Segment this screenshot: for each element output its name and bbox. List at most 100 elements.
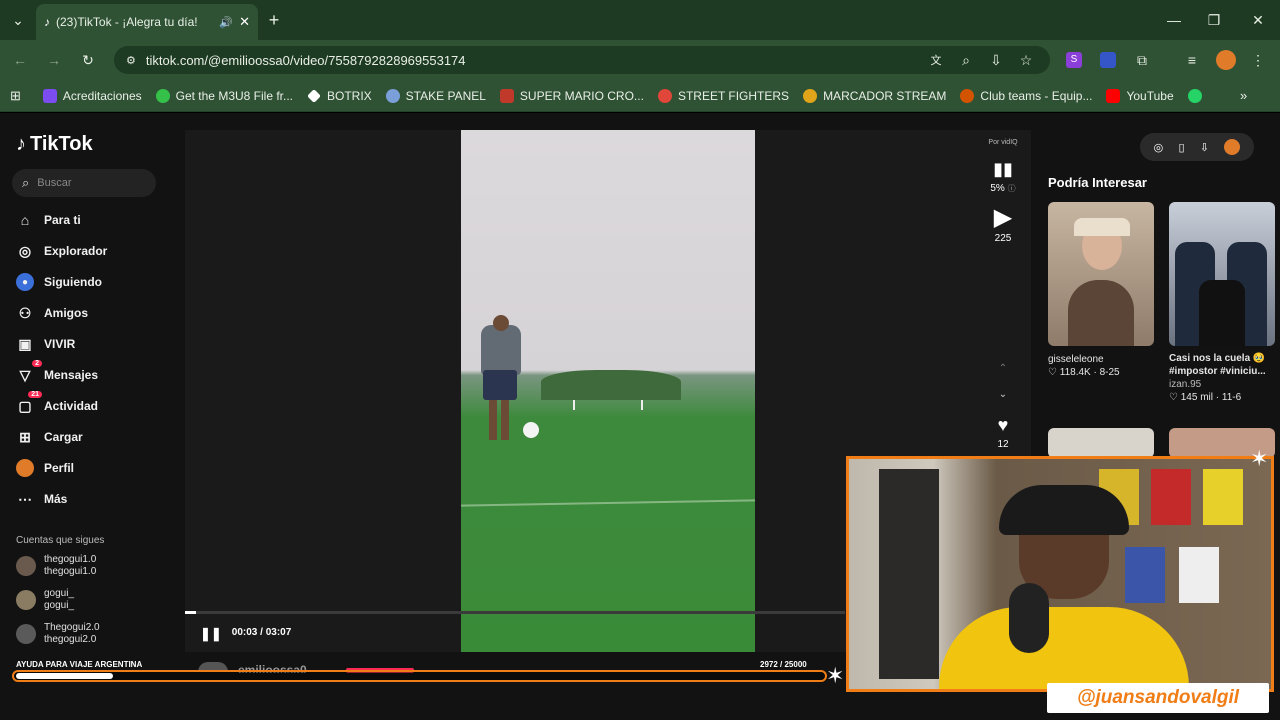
avatar [16, 556, 36, 576]
following-account[interactable]: thegogui1.0 thegogui1.0 [16, 554, 96, 578]
bookmark-acreditaciones[interactable]: Acreditaciones [42, 88, 142, 103]
search-placeholder: Buscar [37, 177, 72, 189]
info-icon[interactable]: ⓘ [1008, 184, 1016, 193]
bookmark-icon [657, 88, 672, 103]
bookmark-stake-panel[interactable]: STAKE PANEL [385, 88, 486, 103]
audio-playing-icon[interactable]: 🔊 [219, 16, 233, 29]
browser-menu-icon[interactable]: ⋮ [1250, 50, 1266, 70]
download-icon[interactable]: ⇩ [1200, 141, 1209, 154]
url-field[interactable]: ⚙ tiktok.com/@emilioossa0/video/75587928… [114, 46, 1050, 74]
recommend-card[interactable] [1048, 428, 1154, 458]
browser-tab-bar: ⌄ ♪ (23)TikTok - ¡Alegra tu día! 🔊 ✕ + —… [0, 0, 1280, 40]
nav-label: Actividad [44, 399, 99, 413]
translate-icon[interactable]: 文 [926, 52, 946, 68]
card-author[interactable]: gisseleleone [1048, 353, 1120, 366]
profile-avatar[interactable] [1216, 50, 1236, 70]
player-head [493, 315, 509, 331]
recommend-card[interactable] [1169, 202, 1275, 346]
zoom-icon[interactable]: ⌕ [956, 52, 976, 68]
extensions-puzzle-icon[interactable]: ⧉ [1132, 52, 1152, 68]
nav-actividad[interactable]: ▢ 21 Actividad [16, 391, 99, 415]
card-caption-text[interactable]: Casi nos la cuela 🥹 #impostor #viniciu..… [1169, 352, 1277, 378]
bookmark-star-icon[interactable]: ☆ [1016, 52, 1036, 68]
nav-label: Cargar [44, 430, 83, 444]
new-tab-icon[interactable]: + [264, 10, 284, 30]
card-author[interactable]: izan.95 [1169, 378, 1277, 391]
youtube-icon [1106, 88, 1121, 103]
sparkle-icon: ✶ [826, 663, 845, 688]
pause-icon[interactable]: ❚❚ [200, 626, 222, 642]
nav-mas[interactable]: ⋯ Más [16, 490, 67, 508]
nav-vivir[interactable]: ▣ VIVIR [16, 335, 75, 353]
nav-cargar[interactable]: ⊞ Cargar [16, 428, 83, 446]
recommend-card[interactable] [1048, 202, 1154, 346]
browser-tab[interactable]: ♪ (23)TikTok - ¡Alegra tu día! 🔊 ✕ [36, 4, 258, 40]
nav-amigos[interactable]: ⚇ Amigos [16, 304, 88, 322]
nav-explorador[interactable]: ◎ Explorador [16, 242, 107, 260]
restore-icon[interactable]: ❐ [1204, 10, 1224, 30]
apps-grid-icon[interactable]: ⊞ [10, 88, 21, 104]
address-bar-row: ← → ↻ ⚙ tiktok.com/@emilioossa0/video/75… [0, 40, 1280, 80]
jersey-frame [1179, 547, 1219, 603]
stats-bars-icon[interactable]: ▮▮ [985, 159, 1021, 180]
bookmark-youtube[interactable]: YouTube [1106, 88, 1174, 103]
avatar[interactable] [1224, 139, 1241, 155]
close-tab-icon[interactable]: ✕ [239, 14, 250, 30]
extension-blue-icon[interactable] [1100, 52, 1116, 68]
card-caption: gisseleleone ♡ 118.4K · 8-25 [1048, 353, 1120, 379]
site-settings-icon[interactable]: ⚙ [126, 54, 136, 67]
bookmark-m3u8[interactable]: Get the M3U8 File fr... [155, 88, 293, 103]
following-account[interactable]: gogui_ gogui_ [16, 588, 74, 612]
account-name: Thegogui2.0 [44, 622, 100, 633]
sidebar: ♪ TikTok ⌕ Buscar ⌂ Para ti ◎ Explorador ●… [0, 113, 168, 720]
nav-perfil[interactable]: Perfil [16, 459, 74, 477]
messages-icon: ▽ 2 [16, 360, 42, 384]
bookmark-whatsapp[interactable] [1187, 88, 1202, 103]
forward-icon[interactable]: → [44, 50, 64, 70]
reload-icon[interactable]: ↻ [78, 50, 98, 70]
media-control-icon[interactable]: ≡ [1182, 52, 1202, 68]
sparkle-icon: ✶ [1250, 446, 1269, 471]
bookmark-club-teams[interactable]: Club teams - Equip... [960, 88, 1092, 103]
scroll-down-icon[interactable]: ⌄ [985, 389, 1021, 400]
extension-s-icon[interactable]: S [1066, 52, 1082, 68]
messages-badge: 2 [32, 360, 42, 367]
card-stats: ♡ 118.4K · 8-25 [1048, 366, 1120, 379]
more-bookmarks-chevron-icon[interactable]: » [1240, 88, 1247, 103]
install-app-icon[interactable]: ⇩ [986, 52, 1006, 68]
minimize-icon[interactable]: — [1164, 10, 1184, 30]
nav-para-ti[interactable]: ⌂ Para ti [16, 211, 81, 229]
bookmark-super-mario[interactable]: SUPER MARIO CRO... [499, 88, 644, 103]
back-icon[interactable]: ← [10, 50, 30, 70]
player-shorts [483, 370, 517, 400]
bookmark-label: SUPER MARIO CRO... [519, 88, 644, 103]
close-window-icon[interactable]: ✕ [1248, 10, 1268, 30]
player-leg [501, 400, 509, 440]
scroll-up-icon[interactable]: ⌃ [985, 363, 1021, 374]
device-icon[interactable]: ▯ [1179, 141, 1185, 154]
bookmark-botrix[interactable]: BOTRIX [307, 89, 372, 103]
like-heart-icon[interactable]: ♥ [985, 415, 1021, 436]
tab-search-chevron-icon[interactable]: ⌄ [8, 10, 28, 30]
video-frame[interactable] [461, 130, 755, 652]
nav-label: Amigos [44, 306, 89, 320]
following-account[interactable]: Thegogui2.0 thegogui2.0 [16, 622, 100, 646]
account-handle: gogui_ [44, 600, 75, 611]
tiktok-logo[interactable]: ♪ TikTok [16, 133, 93, 156]
bookmark-street-fighters[interactable]: STREET FIGHTERS [657, 88, 789, 103]
compass-small-icon[interactable]: ◎ [1154, 141, 1164, 154]
play-count-icon[interactable]: ▶ [985, 203, 1021, 232]
shelf [879, 469, 939, 679]
bookmark-marcador-stream[interactable]: MARCADOR STREAM [803, 88, 946, 103]
nav-mensajes[interactable]: ▽ 2 Mensajes [16, 360, 98, 384]
friends-icon: ⚇ [18, 304, 32, 321]
nav-siguiendo[interactable]: ● Siguiendo [16, 273, 102, 291]
bookmarks-bar: ⊞ Acreditaciones Get the M3U8 File fr...… [0, 80, 1280, 112]
header-actions: ◎ ▯ ⇩ [1140, 133, 1254, 161]
video-progress-bar[interactable] [185, 611, 845, 614]
nav-label: Más [44, 492, 68, 506]
streamer-hair [999, 485, 1129, 535]
search-input[interactable]: ⌕ Buscar [12, 169, 156, 197]
tree-line [541, 370, 681, 400]
bookmark-icon [499, 88, 514, 103]
